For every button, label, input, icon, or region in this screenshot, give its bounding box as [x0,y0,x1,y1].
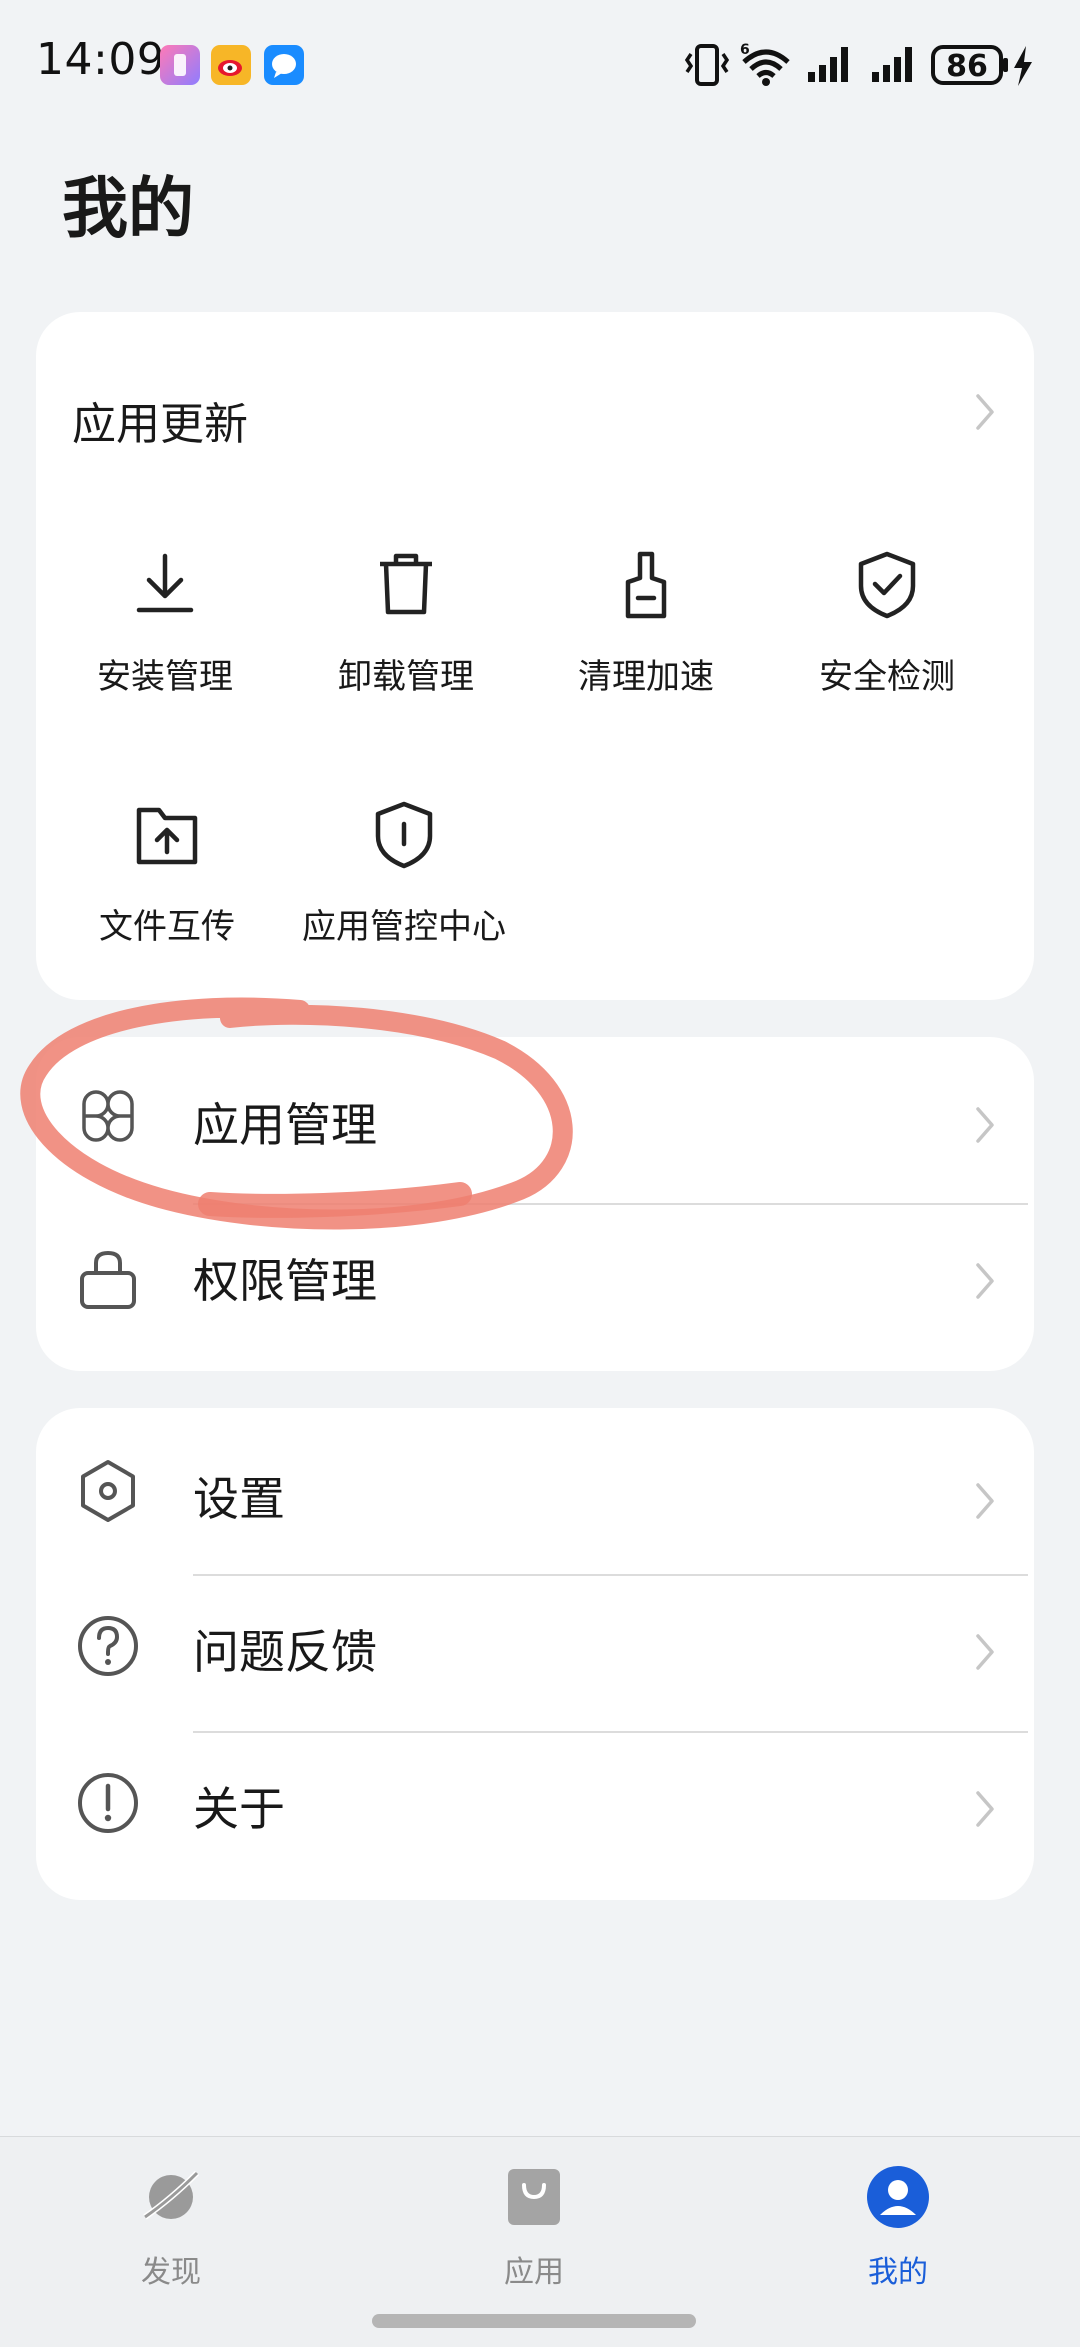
tool-label: 应用管控中心 [302,907,506,947]
row-label: 关于 [193,1782,285,1836]
chevron-right-icon [976,1634,994,1670]
brush-icon [625,551,667,619]
chevron-right-icon [976,1483,994,1519]
nav-apps[interactable]: 应用 [434,2157,634,2307]
row-about[interactable]: 关于 [36,1733,1034,1889]
tool-label: 清理加速 [578,657,714,697]
weibo-notification-icon [211,45,251,85]
chevron-right-icon [976,1263,994,1299]
app-grid-icon [82,1090,134,1142]
chevron-right-icon [976,394,994,430]
nav-mine[interactable]: 我的 [798,2157,998,2307]
home-indicator[interactable] [372,2314,696,2328]
battery-level: 86 [946,49,988,84]
lock-icon [80,1250,136,1309]
chevron-right-icon [976,1107,994,1143]
nav-label: 应用 [504,2255,564,2290]
app-update-label: 应用更新 [72,399,248,450]
tool-install-management[interactable]: 安装管理 [45,550,285,740]
planet-icon [143,2170,200,2220]
signal-1-icon [808,47,848,82]
wifi-badge: 6 [740,42,750,58]
row-settings[interactable]: 设置 [36,1413,1034,1569]
chevron-right-icon [976,1791,994,1827]
more-card: 设置 问题反馈 关于 [36,1408,1034,1900]
trash-icon [380,553,432,615]
download-icon [136,553,194,613]
hexagon-settings-icon [81,1460,135,1522]
question-icon [78,1616,138,1676]
tool-label: 安全检测 [819,657,955,697]
notification-app-icon [160,45,200,85]
row-permission-management[interactable]: 权限管理 [36,1205,1034,1361]
row-feedback[interactable]: 问题反馈 [36,1576,1034,1732]
row-label: 问题反馈 [193,1625,377,1679]
tool-uninstall-management[interactable]: 卸载管理 [286,550,526,740]
nav-label: 发现 [141,2255,201,2290]
tool-label: 卸载管理 [338,657,474,697]
tool-label: 安装管理 [97,657,233,697]
nav-label: 我的 [868,2255,928,2290]
nav-discover[interactable]: 发现 [71,2157,271,2307]
row-label: 设置 [193,1472,285,1526]
vibrate-icon [684,44,730,86]
signal-2-icon [872,47,912,82]
status-time: 14:09 [36,34,166,85]
tool-file-transfer[interactable]: 文件互传 [47,800,287,990]
status-bar: 14:09 6 86 [0,0,1080,130]
tool-cleanup-speedup[interactable]: 清理加速 [526,550,766,740]
row-label: 应用管理 [193,1098,377,1152]
bag-icon [508,2169,560,2225]
info-exclamation-icon [78,1773,138,1833]
management-card: 应用管理 权限管理 [36,1037,1034,1371]
row-label: 权限管理 [193,1254,377,1308]
shield-check-icon [858,551,916,619]
tool-app-control-center[interactable]: 应用管控中心 [284,800,524,990]
tool-security-check[interactable]: 安全检测 [767,550,1007,740]
user-icon [867,2166,929,2228]
app-update-row[interactable]: 应用更新 [36,312,1034,512]
message-notification-icon [264,45,304,85]
shield-alert-icon [375,801,433,869]
charging-icon [1014,46,1032,86]
tools-card: 应用更新 安装管理 卸载管理 清理加速 安全检测 文件互传 应用管控中心 [36,312,1034,1000]
tool-label: 文件互传 [99,907,235,947]
folder-upload-icon [136,807,198,865]
wifi-icon: 6 [740,42,790,86]
row-app-management[interactable]: 应用管理 [36,1037,1034,1193]
page-title: 我的 [62,170,194,247]
battery-icon: 86 [931,45,1008,85]
